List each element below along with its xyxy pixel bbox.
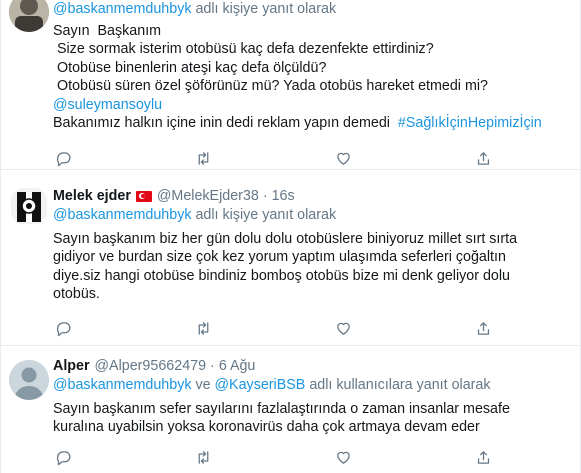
timestamp[interactable]: 16s [272, 186, 295, 206]
mention-link[interactable]: @suleymansoylu [53, 96, 572, 115]
reply-connector: ve [191, 377, 215, 393]
timestamp[interactable]: 6 Ağu [219, 356, 256, 376]
reply-mention-link-2[interactable]: @KayseriBSB [215, 377, 306, 393]
tweet-header: Melek ejder @MelekEjder38 · 16s [53, 186, 572, 206]
share-button[interactable] [473, 318, 493, 338]
user-handle[interactable]: @MelekEjder38 [157, 186, 259, 206]
reply-button[interactable] [53, 318, 73, 338]
tweet-text-line: Sayın başkanım sefer sayılarını fazlalaş… [53, 400, 510, 417]
tweet-text-line: Otobüse binenlerin ateşi kaç defa ölçüld… [53, 59, 327, 76]
reply-context: @baskanmemduhbyk ve @KayseriBSB adlı kul… [53, 376, 572, 395]
tweet[interactable]: Alper @Alper95662479 · 6 Ağu @baskanmemd… [1, 346, 580, 473]
tweet-text-line: otobüs. [53, 286, 100, 302]
reply-suffix: adlı kullanıcılara yanıt olarak [305, 377, 491, 393]
tweet[interactable]: Melek ejder @MelekEjder38 · 16s @baskanm… [1, 170, 580, 346]
retweet-button[interactable] [193, 447, 213, 467]
retweet-button[interactable] [193, 148, 213, 168]
like-button[interactable] [333, 447, 353, 467]
like-button[interactable] [333, 148, 353, 168]
reply-mention-link[interactable]: @baskanmemduhbyk [53, 207, 192, 223]
tweet-text-line: kuralına uyabilsin yoksa koronavirüs dah… [53, 419, 480, 435]
reply-button[interactable] [53, 447, 73, 467]
retweet-button[interactable] [193, 318, 213, 338]
tweet-text-line: Otobüsü süren özel şöförünüz mü? Yada ot… [53, 78, 488, 94]
tweet-header: Alper @Alper95662479 · 6 Ağu [53, 356, 572, 376]
reply-context: @baskanmemduhbyk adlı kişiye yanıt olara… [53, 0, 572, 19]
like-icon [336, 152, 350, 165]
share-icon [477, 450, 489, 464]
reply-button[interactable] [53, 148, 73, 168]
like-button[interactable] [333, 318, 353, 338]
reply-mention-link[interactable]: @baskanmemduhbyk [53, 377, 192, 393]
avatar[interactable] [9, 0, 49, 32]
share-button[interactable] [473, 148, 493, 168]
retweet-icon [198, 321, 208, 335]
retweet-icon [198, 450, 208, 464]
separator-dot: · [210, 358, 215, 374]
reply-icon [56, 450, 70, 465]
reply-suffix: adlı kişiye yanıt olarak [191, 1, 337, 17]
avatar[interactable] [9, 186, 49, 226]
reply-icon [56, 151, 70, 166]
display-name[interactable]: Melek ejder [53, 186, 131, 206]
display-name[interactable]: Alper [53, 356, 90, 376]
tweet-text-line: gidiyor ve burdan size çok kez yorum yap… [53, 249, 506, 265]
like-icon [336, 322, 350, 335]
tweet-text-line: Sayın başkanım biz her gün dolu dolu oto… [53, 230, 518, 247]
reply-mention-link[interactable]: @baskanmemduhbyk [53, 1, 192, 17]
reply-suffix: adlı kişiye yanıt olarak [191, 207, 337, 223]
like-icon [336, 451, 350, 464]
user-handle[interactable]: @Alper95662479 [95, 356, 207, 376]
retweet-icon [198, 151, 208, 165]
reply-icon [56, 321, 70, 336]
tweet-text-line: Size sormak isterim otobüsü kaç defa dez… [53, 41, 434, 57]
hashtag-link[interactable]: #SağlıkİçinHepimizİçin [398, 115, 542, 131]
tweet-text-line: diye.siz hangi otobüse bindiniz bomboş o… [53, 267, 510, 284]
separator-dot: · [262, 188, 268, 204]
tweet-text: Bakanımız halkın içine inin dedi reklam … [53, 115, 398, 131]
tweet-text-line: Sayın Başkanım [53, 22, 162, 39]
avatar[interactable] [9, 360, 49, 400]
turkey-flag-icon [135, 190, 152, 202]
tweet[interactable]: @baskanmemduhbyk adlı kişiye yanıt olara… [1, 0, 580, 170]
reply-context: @baskanmemduhbyk adlı kişiye yanıt olara… [53, 206, 572, 225]
share-icon [477, 321, 489, 335]
tweet-text-line: Bakanımız halkın içine inin dedi reklam … [53, 114, 572, 133]
share-button[interactable] [473, 447, 493, 467]
tweet-feed: @baskanmemduhbyk adlı kişiye yanıt olara… [0, 0, 581, 473]
share-icon [477, 151, 489, 165]
